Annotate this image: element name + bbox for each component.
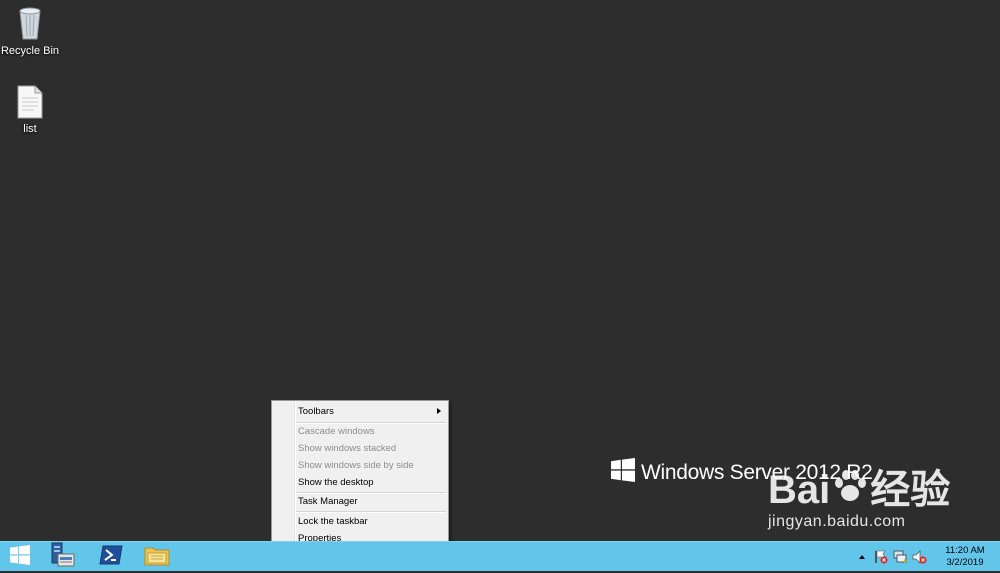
menu-item-label: Show the desktop: [298, 477, 374, 488]
clock-date: 3/2/2019: [946, 557, 984, 568]
baidu-watermark: Bai 经验 jingyan.baidu.com: [768, 468, 950, 531]
menu-item-label: Task Manager: [298, 496, 358, 507]
powershell-button[interactable]: [90, 542, 132, 572]
volume-muted-icon[interactable]: [911, 549, 927, 565]
network-icon[interactable]: [892, 549, 908, 565]
powershell-icon: [99, 544, 123, 571]
file-explorer-button[interactable]: [136, 542, 178, 572]
server-manager-icon: [50, 542, 76, 573]
menu-item-label: Show windows stacked: [298, 443, 397, 454]
text-document-icon: [16, 85, 44, 122]
menu-item-label: Lock the taskbar: [298, 516, 368, 527]
notification-area: 11:20 AM 3/2/2019: [859, 542, 1000, 572]
menu-item-show-windows-side-by-side[interactable]: Show windows side by side: [298, 457, 445, 474]
system-clock[interactable]: 11:20 AM 3/2/2019: [930, 545, 1000, 569]
taskbar-context-menu: Toolbars Cascade windows Show windows st…: [271, 400, 449, 549]
menu-item-show-the-desktop[interactable]: Show the desktop: [298, 474, 445, 491]
start-button[interactable]: [0, 542, 40, 572]
list-file-label: list: [23, 123, 37, 135]
menu-item-cascade-windows[interactable]: Cascade windows: [298, 423, 445, 440]
watermark-logo-right: 经验: [870, 467, 951, 512]
submenu-arrow-icon: [437, 408, 441, 414]
clock-time: 11:20 AM: [945, 545, 985, 556]
watermark-logo-left: Bai: [768, 467, 831, 512]
menu-item-label: Cascade windows: [298, 426, 375, 437]
menu-item-task-manager[interactable]: Task Manager: [298, 493, 445, 510]
start-windows-icon: [10, 544, 30, 570]
show-hidden-icons-arrow[interactable]: [859, 555, 865, 559]
menu-item-toolbars[interactable]: Toolbars: [298, 403, 445, 420]
action-center-flag-icon[interactable]: [873, 549, 889, 565]
windows-logo-icon: [611, 458, 635, 487]
recycle-bin-shortcut[interactable]: Recycle Bin: [0, 5, 60, 57]
recycle-bin-label: Recycle Bin: [0, 45, 60, 57]
list-file-shortcut[interactable]: list: [0, 85, 60, 135]
taskbar[interactable]: 11:20 AM 3/2/2019: [0, 541, 1000, 571]
menu-item-show-windows-stacked[interactable]: Show windows stacked: [298, 440, 445, 457]
paw-icon: [832, 468, 868, 511]
watermark-url: jingyan.baidu.com: [768, 513, 906, 530]
menu-gutter: [294, 403, 296, 546]
desktop[interactable]: Recycle Bin list Windows Server 2012 R2: [0, 0, 1000, 541]
menu-item-lock-the-taskbar[interactable]: Lock the taskbar: [298, 513, 445, 530]
file-explorer-icon: [144, 544, 170, 571]
menu-item-label: Toolbars: [298, 406, 334, 417]
menu-item-label: Show windows side by side: [298, 460, 414, 471]
server-manager-button[interactable]: [42, 542, 84, 572]
recycle-bin-icon: [14, 7, 46, 44]
